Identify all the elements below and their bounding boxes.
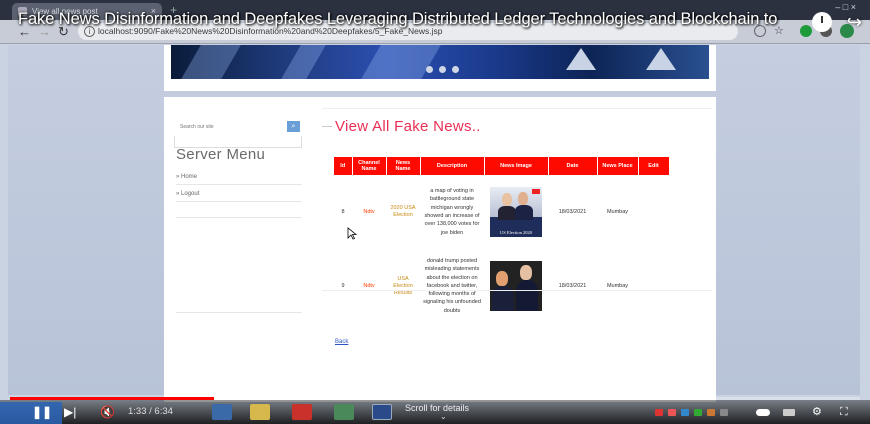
settings-icon[interactable]: ⚙ <box>812 405 822 419</box>
divider <box>176 184 302 185</box>
edit-cell[interactable] <box>638 175 669 249</box>
column-header: Channel Name <box>352 157 387 175</box>
table-row: 8 Ndtv 2020 USA Election a map of voting… <box>334 175 669 249</box>
news-image-cell <box>484 249 548 323</box>
page-title: View All Fake News.. <box>335 118 481 135</box>
tray-icon[interactable] <box>681 409 689 416</box>
table-row: 9 Ndtv USA Election Results donald trump… <box>334 249 669 323</box>
tray-icon[interactable] <box>655 409 663 416</box>
video-title[interactable]: Fake News Disinformation and Deepfakes L… <box>18 10 777 29</box>
taskbar-app-icon[interactable] <box>212 404 232 420</box>
column-header: Description <box>420 157 485 175</box>
search-icon: ⌕ <box>291 123 296 130</box>
search-input[interactable] <box>176 121 284 132</box>
sidebar-item-logout[interactable]: » Logout <box>176 191 199 197</box>
extension-icon[interactable] <box>800 25 812 37</box>
sidebar-title: Server Menu <box>176 146 266 163</box>
pause-icon[interactable]: ❚❚ <box>32 405 52 419</box>
place-cell: Mumbay <box>606 209 629 215</box>
id-cell: 9 <box>341 283 345 289</box>
header-banner <box>171 45 709 79</box>
taskbar-app-icon[interactable] <box>334 404 354 420</box>
description-cell: a map of voting in battleground state mi… <box>424 188 480 236</box>
chevron-down-icon[interactable]: ⌄ <box>440 413 447 421</box>
column-header: News Image <box>484 157 549 175</box>
watch-later-icon[interactable] <box>812 12 832 32</box>
column-header: Id <box>334 157 353 175</box>
column-header: Date <box>548 157 598 175</box>
description-cell: donald trump posted misleading statement… <box>423 257 481 314</box>
column-header: Edit <box>638 157 670 175</box>
date-cell: 18/03/2021 <box>558 283 587 289</box>
slider-dot[interactable] <box>426 66 433 73</box>
slider-dot[interactable] <box>439 66 446 73</box>
fullscreen-icon[interactable]: ⛶ <box>840 405 848 419</box>
back-link[interactable]: Back <box>335 339 348 345</box>
taskbar-start[interactable] <box>0 402 62 424</box>
progress-played <box>10 397 214 400</box>
table-header-row: Id Channel Name News Name Description Ne… <box>334 157 670 175</box>
divider <box>322 108 712 109</box>
cursor-icon <box>347 227 357 240</box>
image-caption: US Election 2020 <box>500 230 532 235</box>
next-icon[interactable]: ▶| <box>64 405 76 419</box>
divider <box>176 312 302 313</box>
tray-icon[interactable] <box>720 409 728 416</box>
divider <box>322 290 712 291</box>
pdf-icon[interactable] <box>292 404 312 420</box>
news-table: Id Channel Name News Name Description Ne… <box>334 157 670 323</box>
tray-icon[interactable] <box>694 409 702 416</box>
terminal-icon[interactable] <box>372 404 392 420</box>
column-header: News Name <box>386 157 421 175</box>
news-image-cell: US Election 2020 <box>484 175 548 249</box>
tray-icon[interactable] <box>707 409 715 416</box>
place-cell: Mumbay <box>606 283 629 289</box>
column-header: News Place <box>597 157 639 175</box>
volume-muted-icon[interactable]: 🔇 <box>100 405 115 419</box>
search-button[interactable]: ⌕ <box>287 121 300 132</box>
divider <box>176 217 302 218</box>
slider-dot[interactable] <box>452 66 459 73</box>
tray-icon[interactable] <box>668 409 676 416</box>
folder-icon[interactable] <box>250 404 270 420</box>
video-time: 1:33 / 6:34 <box>128 406 173 417</box>
channel-cell[interactable]: Ndtv <box>352 249 386 323</box>
news-image[interactable]: US Election 2020 <box>490 187 542 237</box>
toggle-icon[interactable] <box>756 409 770 416</box>
channel-cell[interactable]: Ndtv <box>352 175 386 249</box>
divider <box>176 201 302 202</box>
screen: ⌕ Server Menu » Home » Logout View All F… <box>0 0 870 424</box>
subtitles-icon[interactable] <box>783 409 795 416</box>
window-controls[interactable]: – □ × <box>835 2 856 12</box>
date-cell: 18/03/2021 <box>558 209 587 215</box>
scroll-hint[interactable]: Scroll for details <box>405 403 469 414</box>
divider <box>322 126 332 127</box>
share-icon[interactable]: ↪ <box>847 12 862 33</box>
news-image[interactable] <box>490 261 542 311</box>
news-name-cell[interactable]: 2020 USA Election <box>386 175 420 249</box>
sidebar-item-home[interactable]: » Home <box>176 174 197 180</box>
edit-cell[interactable] <box>638 249 669 323</box>
news-name-cell[interactable]: USA Election Results <box>386 249 420 323</box>
